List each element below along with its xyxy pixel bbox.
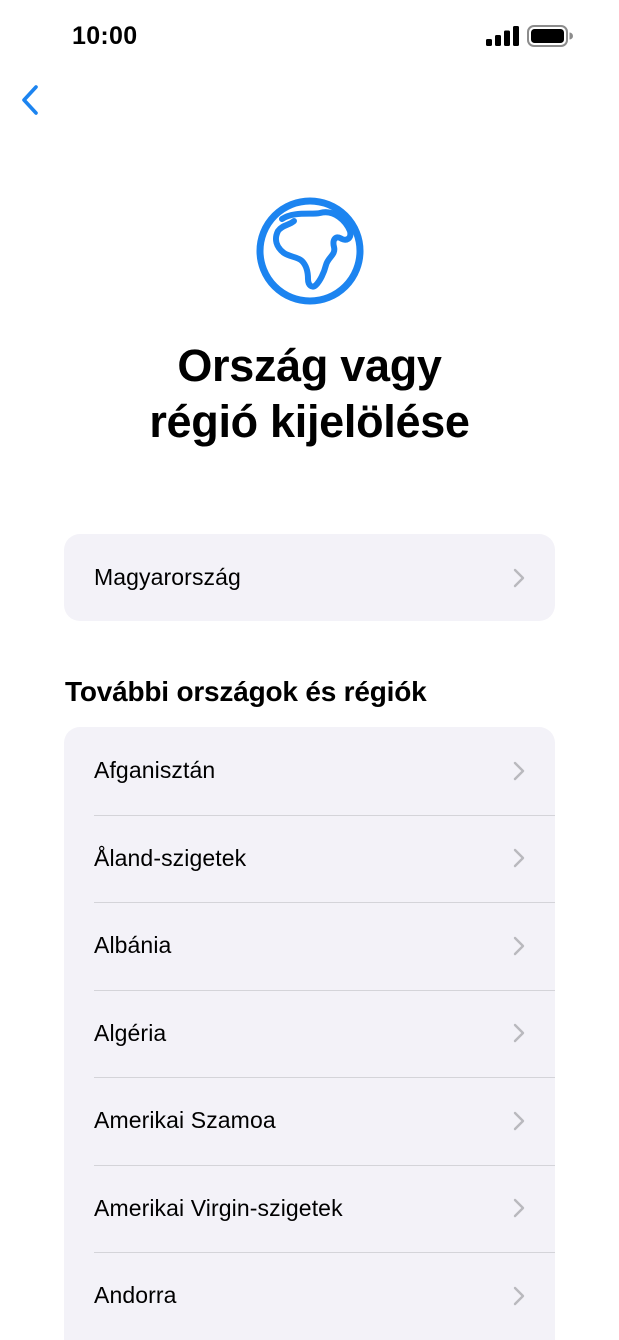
chevron-right-icon [513, 1111, 525, 1130]
region-label: Albánia [94, 932, 172, 959]
region-label: Amerikai Szamoa [94, 1107, 276, 1134]
region-row-amerikai-szamoa[interactable]: Amerikai Szamoa [64, 1077, 555, 1165]
region-label: Algéria [94, 1019, 167, 1046]
page-title-line-1: Ország vagy [177, 340, 442, 391]
region-row-current[interactable]: Magyarország [64, 534, 555, 621]
region-row-amerikai-virgin-szigetek[interactable]: Amerikai Virgin-szigetek [64, 1164, 555, 1253]
globe-icon [256, 197, 364, 305]
region-row-algeria[interactable]: Algéria [64, 989, 555, 1078]
chevron-right-icon [513, 1024, 525, 1043]
region-label: Åland-szigetek [94, 844, 247, 871]
chevron-right-icon [513, 568, 525, 587]
page-title: Ország vagy régió kijelölése [0, 338, 619, 450]
region-label: Andorra [94, 1282, 177, 1309]
current-region-card: Magyarország [64, 534, 555, 621]
back-button[interactable] [10, 78, 50, 122]
regions-list: Afganisztán Åland-szigetek Albánia Algér… [64, 727, 555, 1340]
chevron-right-icon [513, 936, 525, 955]
status-time: 10:00 [72, 22, 138, 50]
status-bar: 10:00 [0, 0, 619, 76]
region-row-albania[interactable]: Albánia [64, 902, 555, 990]
region-row-andorra[interactable]: Andorra [64, 1252, 555, 1340]
chevron-right-icon [513, 1199, 525, 1218]
region-row-afganisztan[interactable]: Afganisztán [64, 727, 555, 815]
chevron-right-icon [513, 1286, 525, 1305]
region-label: Amerikai Virgin-szigetek [94, 1194, 343, 1221]
section-header: További országok és régiók [65, 676, 427, 707]
page-title-line-2: régió kijelölése [149, 396, 470, 447]
cellular-signal-icon [486, 26, 519, 46]
chevron-left-icon [22, 85, 38, 115]
battery-icon [527, 25, 573, 47]
region-label: Afganisztán [94, 757, 216, 784]
region-label: Magyarország [94, 564, 241, 590]
chevron-right-icon [513, 761, 525, 780]
region-row-aland-szigetek[interactable]: Åland-szigetek [64, 814, 555, 903]
chevron-right-icon [513, 849, 525, 868]
